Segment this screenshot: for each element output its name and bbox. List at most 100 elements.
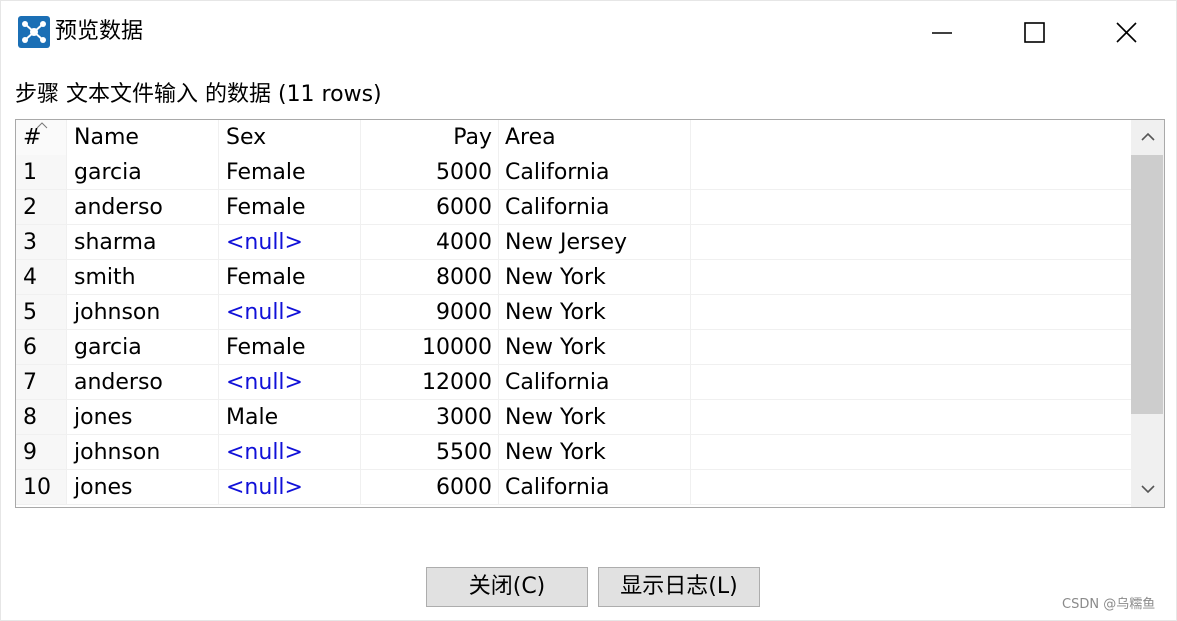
show-log-button[interactable]: 显示日志(L): [598, 567, 760, 607]
sex-cell[interactable]: <null>: [219, 470, 361, 505]
name-cell[interactable]: garcia: [67, 155, 219, 190]
area-cell[interactable]: New York: [499, 260, 691, 295]
pay-cell[interactable]: 9000: [361, 295, 499, 330]
area-cell[interactable]: California: [499, 365, 691, 400]
sex-cell[interactable]: <null>: [219, 365, 361, 400]
row-filler: [691, 260, 1131, 295]
column-header-1[interactable]: Name: [67, 120, 219, 155]
row-filler: [691, 155, 1131, 190]
row-number-cell[interactable]: 1: [16, 155, 67, 190]
row-filler: [691, 400, 1131, 435]
table-row[interactable]: 8 jones Male 3000 New York: [16, 400, 1131, 435]
pay-cell[interactable]: 12000: [361, 365, 499, 400]
name-cell[interactable]: johnson: [67, 295, 219, 330]
name-cell[interactable]: anderso: [67, 365, 219, 400]
sex-cell[interactable]: Female: [219, 330, 361, 365]
name-cell[interactable]: jones: [67, 470, 219, 505]
name-cell[interactable]: sharma: [67, 225, 219, 260]
sex-cell[interactable]: <null>: [219, 295, 361, 330]
area-cell[interactable]: California: [499, 470, 691, 505]
name-cell[interactable]: johnson: [67, 435, 219, 470]
name-cell[interactable]: garcia: [67, 330, 219, 365]
column-header-label: Name: [74, 125, 139, 150]
name-cell[interactable]: jones: [67, 400, 219, 435]
scroll-up-button[interactable]: [1131, 120, 1164, 154]
pay-cell[interactable]: 8000: [361, 260, 499, 295]
maximize-icon: [1024, 22, 1045, 43]
close-button[interactable]: 关闭(C): [426, 567, 588, 607]
sex-cell[interactable]: Female: [219, 260, 361, 295]
header-filler: [691, 120, 1131, 155]
row-number-cell[interactable]: 6: [16, 330, 67, 365]
scroll-thumb[interactable]: [1131, 155, 1163, 414]
name-cell[interactable]: smith: [67, 260, 219, 295]
row-filler: [691, 225, 1131, 260]
row-number-cell[interactable]: 4: [16, 260, 67, 295]
chevron-up-icon: [1141, 132, 1155, 141]
sex-cell[interactable]: Female: [219, 155, 361, 190]
area-cell[interactable]: New York: [499, 435, 691, 470]
minimize-button[interactable]: [897, 1, 989, 63]
row-number-cell[interactable]: 3: [16, 225, 67, 260]
pay-cell[interactable]: 10000: [361, 330, 499, 365]
area-cell[interactable]: New Jersey: [499, 225, 691, 260]
area-cell[interactable]: California: [499, 155, 691, 190]
table-header: # Name Sex Pay Area: [16, 120, 1131, 155]
preview-table[interactable]: # Name Sex Pay Area 1 garcia Female 5000 Californ…: [15, 119, 1165, 508]
column-header-label: Area: [505, 125, 556, 150]
table-row[interactable]: 9 johnson <null> 5500 New York: [16, 435, 1131, 470]
column-header-0[interactable]: #: [16, 120, 67, 155]
name-cell[interactable]: anderso: [67, 190, 219, 225]
scroll-down-button[interactable]: [1131, 472, 1164, 506]
area-cell[interactable]: California: [499, 190, 691, 225]
watermark: CSDN @乌糯鱼: [1062, 597, 1156, 612]
table-row[interactable]: 10 jones <null> 6000 California: [16, 470, 1131, 505]
area-cell[interactable]: New York: [499, 400, 691, 435]
table-row[interactable]: 2 anderso Female 6000 California: [16, 190, 1131, 225]
row-number-cell[interactable]: 10: [16, 470, 67, 505]
network-nodes-icon: [18, 16, 50, 48]
preview-data-dialog: 预览数据 步骤 文本文件输入 的数据 (11 rows) # Name Sex Pay…: [0, 0, 1177, 621]
row-filler: [691, 365, 1131, 400]
row-number-cell[interactable]: 9: [16, 435, 67, 470]
column-header-label: Sex: [226, 125, 267, 150]
sex-cell[interactable]: <null>: [219, 225, 361, 260]
table-row[interactable]: 5 johnson <null> 9000 New York: [16, 295, 1131, 330]
sort-caret-icon: [36, 122, 48, 129]
column-header-label: Pay: [453, 125, 492, 150]
sex-cell[interactable]: Female: [219, 190, 361, 225]
column-header-3[interactable]: Pay: [361, 120, 499, 155]
row-filler: [691, 470, 1131, 505]
row-number-cell[interactable]: 7: [16, 365, 67, 400]
pay-cell[interactable]: 6000: [361, 470, 499, 505]
table-row[interactable]: 1 garcia Female 5000 California: [16, 155, 1131, 190]
pay-cell[interactable]: 3000: [361, 400, 499, 435]
window-title: 预览数据: [55, 19, 144, 44]
column-header-4[interactable]: Area: [499, 120, 691, 155]
pay-cell[interactable]: 6000: [361, 190, 499, 225]
row-number-cell[interactable]: 5: [16, 295, 67, 330]
table-row[interactable]: 6 garcia Female 10000 New York: [16, 330, 1131, 365]
table-row[interactable]: 4 smith Female 8000 New York: [16, 260, 1131, 295]
row-filler: [691, 330, 1131, 365]
pay-cell[interactable]: 5500: [361, 435, 499, 470]
sex-cell[interactable]: Male: [219, 400, 361, 435]
row-filler: [691, 295, 1131, 330]
table-row[interactable]: 3 sharma <null> 4000 New Jersey: [16, 225, 1131, 260]
area-cell[interactable]: New York: [499, 295, 691, 330]
preview-heading: 步骤 文本文件输入 的数据 (11 rows): [15, 82, 382, 107]
area-cell[interactable]: New York: [499, 330, 691, 365]
row-number-cell[interactable]: 8: [16, 400, 67, 435]
row-number-cell[interactable]: 2: [16, 190, 67, 225]
table-row[interactable]: 7 anderso <null> 12000 California: [16, 365, 1131, 400]
pay-cell[interactable]: 5000: [361, 155, 499, 190]
pay-cell[interactable]: 4000: [361, 225, 499, 260]
close-window-button[interactable]: [1081, 1, 1173, 63]
maximize-button[interactable]: [989, 1, 1081, 63]
close-icon: [1116, 22, 1137, 43]
column-header-2[interactable]: Sex: [219, 120, 361, 155]
title-bar[interactable]: 预览数据: [1, 1, 1176, 63]
vertical-scrollbar[interactable]: [1131, 120, 1164, 507]
sex-cell[interactable]: <null>: [219, 435, 361, 470]
row-filler: [691, 435, 1131, 470]
